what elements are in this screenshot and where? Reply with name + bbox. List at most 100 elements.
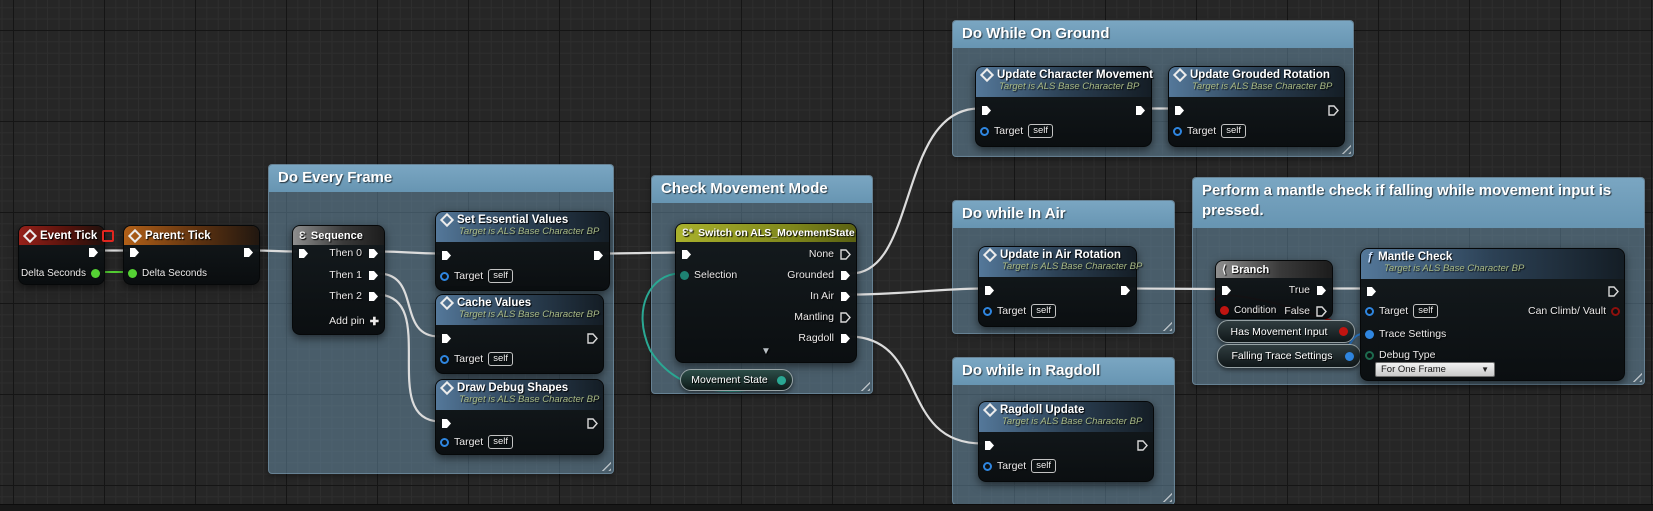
node-movement-state-variable[interactable]: Movement State [680, 369, 793, 391]
node-event-tick[interactable]: Event Tick Delta Seconds [18, 225, 105, 285]
exec-in-pin[interactable] [128, 245, 141, 259]
node-has-movement-input-variable[interactable]: Has Movement Input [1217, 320, 1355, 343]
node-falling-trace-settings-variable[interactable]: Falling Trace Settings [1217, 344, 1361, 368]
node-header[interactable]: Ɛ* Switch on ALS_MovementState [676, 224, 856, 242]
target-in-pin[interactable]: Target self [983, 459, 1056, 473]
node-header[interactable]: Parent: Tick [124, 226, 259, 245]
exec-in-pin[interactable] [980, 103, 993, 117]
then2-out-pin[interactable]: Then 2 [329, 289, 380, 303]
bool-pin-icon[interactable] [1339, 327, 1348, 336]
exec-out-pin[interactable] [1136, 438, 1149, 452]
trace-settings-in-pin[interactable]: Trace Settings [1365, 327, 1446, 341]
false-out-pin[interactable]: False [1284, 304, 1328, 318]
blueprint-graph-canvas[interactable]: Do Every Frame Check Movement Mode Do Wh… [0, 0, 1653, 511]
struct-pin-icon[interactable] [1345, 352, 1354, 361]
exec-in-pin[interactable] [440, 248, 453, 262]
exec-in-pin[interactable] [983, 438, 996, 452]
node-header[interactable]: Event Tick [19, 226, 104, 245]
node-header[interactable]: Cache Values Target is ALS Base Characte… [436, 295, 603, 325]
case-grounded-out-pin[interactable]: Grounded [787, 268, 852, 282]
target-in-pin[interactable]: Target self [980, 124, 1053, 138]
exec-in-pin[interactable] [440, 416, 453, 430]
add-pin-button[interactable]: Add pin ✚ [329, 314, 379, 328]
exec-out-pin[interactable] [592, 248, 605, 262]
comment-header[interactable]: Do while In Air [953, 201, 1174, 228]
node-mantle-check[interactable]: ƒMantle Check Target is ALS Base Charact… [1360, 248, 1625, 381]
node-header[interactable]: Draw Debug Shapes Target is ALS Base Cha… [436, 380, 603, 410]
node-update-in-air-rotation[interactable]: Update in Air Rotation Target is ALS Bas… [978, 246, 1137, 327]
then0-out-pin[interactable]: Then 0 [329, 246, 380, 260]
exec-out-pin[interactable] [242, 245, 255, 259]
comment-resize-handle[interactable] [1161, 320, 1172, 331]
case-in-air-out-pin[interactable]: In Air [810, 289, 852, 303]
node-header[interactable]: Update Character Movement Target is ALS … [976, 67, 1151, 97]
node-branch[interactable]: ⟨ Branch Condition True False [1215, 260, 1333, 319]
exec-in-pin[interactable] [297, 246, 310, 260]
condition-in-pin[interactable]: Condition [1220, 303, 1276, 317]
node-cache-values[interactable]: Cache Values Target is ALS Base Characte… [435, 294, 604, 374]
then1-out-pin[interactable]: Then 1 [329, 268, 380, 282]
exec-out-pin[interactable] [586, 331, 599, 345]
comment-header[interactable]: Do while in Ragdoll [953, 358, 1174, 385]
node-header[interactable]: ƒMantle Check Target is ALS Base Charact… [1361, 249, 1624, 279]
node-header[interactable]: Update in Air Rotation Target is ALS Bas… [979, 247, 1136, 277]
node-sequence[interactable]: Ɛ Sequence Then 0 Then 1 Then 2 Add pin … [292, 225, 385, 335]
node-header[interactable]: Update Grouded Rotation Target is ALS Ba… [1169, 67, 1344, 97]
delta-seconds-in-pin[interactable]: Delta Seconds [128, 266, 207, 280]
exec-out-pin[interactable] [1119, 283, 1132, 297]
exec-in-pin[interactable] [680, 247, 693, 261]
debug-type-dropdown[interactable]: For One Frame ▼ [1375, 362, 1495, 377]
delta-seconds-out-pin[interactable]: Delta Seconds [21, 266, 100, 280]
node-draw-debug-shapes[interactable]: Draw Debug Shapes Target is ALS Base Cha… [435, 379, 604, 455]
comment-resize-handle[interactable] [600, 460, 611, 471]
exec-in-pin[interactable] [1220, 283, 1233, 297]
comment-header[interactable]: Do Every Frame [269, 165, 613, 192]
exec-out-pin[interactable] [1607, 284, 1620, 298]
case-ragdoll-out-pin[interactable]: Ragdoll [798, 331, 852, 345]
comment-header[interactable]: Check Movement Mode [652, 176, 872, 203]
node-ragdoll-update[interactable]: Ragdoll Update Target is ALS Base Charac… [978, 401, 1154, 482]
case-mantling-out-pin[interactable]: Mantling [794, 310, 852, 324]
pin-label: Can Climb/ Vault [1528, 305, 1606, 317]
comment-resize-handle[interactable] [1631, 371, 1642, 382]
case-none-out-pin[interactable]: None [809, 247, 852, 261]
collapse-arrow-icon[interactable]: ▼ [761, 346, 771, 357]
target-in-pin[interactable]: Target self [1173, 124, 1246, 138]
pin-label: Target [454, 436, 483, 448]
exec-in-pin[interactable] [983, 283, 996, 297]
exec-out-pin[interactable] [87, 245, 100, 259]
exec-out-pin[interactable] [1134, 103, 1147, 117]
debug-type-in-pin[interactable]: Debug Type [1365, 348, 1435, 362]
selection-in-pin[interactable]: Selection [680, 268, 737, 282]
target-in-pin[interactable]: Target self [440, 435, 513, 449]
target-in-pin[interactable]: Target self [440, 269, 513, 283]
comment-header[interactable]: Perform a mantle check if falling while … [1193, 178, 1644, 228]
node-title: Parent: Tick [145, 230, 211, 242]
node-update-grounded-rotation[interactable]: Update Grouded Rotation Target is ALS Ba… [1168, 66, 1345, 147]
exec-in-pin[interactable] [440, 331, 453, 345]
comment-resize-handle[interactable] [859, 380, 870, 391]
node-header[interactable]: Ragdoll Update Target is ALS Base Charac… [979, 402, 1153, 432]
can-climb-vault-out-pin[interactable]: Can Climb/ Vault [1528, 304, 1620, 318]
switch-icon: Ɛ* [682, 227, 693, 239]
node-switch-movement-state[interactable]: Ɛ* Switch on ALS_MovementState Selection… [675, 223, 857, 363]
pin-label: Then 0 [329, 247, 362, 259]
comment-resize-handle[interactable] [1161, 491, 1172, 502]
exec-pin-icon [367, 269, 380, 282]
exec-out-pin[interactable] [1327, 103, 1340, 117]
node-header[interactable]: Ɛ Sequence [293, 226, 384, 245]
true-out-pin[interactable]: True [1289, 283, 1328, 297]
node-update-character-movement[interactable]: Update Character Movement Target is ALS … [975, 66, 1152, 147]
comment-header[interactable]: Do While On Ground [953, 21, 1353, 48]
enum-pin-icon[interactable] [777, 376, 786, 385]
target-in-pin[interactable]: Target self [1365, 304, 1438, 318]
target-in-pin[interactable]: Target self [440, 352, 513, 366]
node-parent-tick[interactable]: Parent: Tick Delta Seconds [123, 225, 260, 285]
exec-in-pin[interactable] [1365, 284, 1378, 298]
target-in-pin[interactable]: Target self [983, 304, 1056, 318]
exec-in-pin[interactable] [1173, 103, 1186, 117]
node-set-essential-values[interactable]: Set Essential Values Target is ALS Base … [435, 211, 610, 291]
node-header[interactable]: Set Essential Values Target is ALS Base … [436, 212, 609, 242]
exec-out-pin[interactable] [586, 416, 599, 430]
node-header[interactable]: ⟨ Branch [1216, 261, 1332, 278]
